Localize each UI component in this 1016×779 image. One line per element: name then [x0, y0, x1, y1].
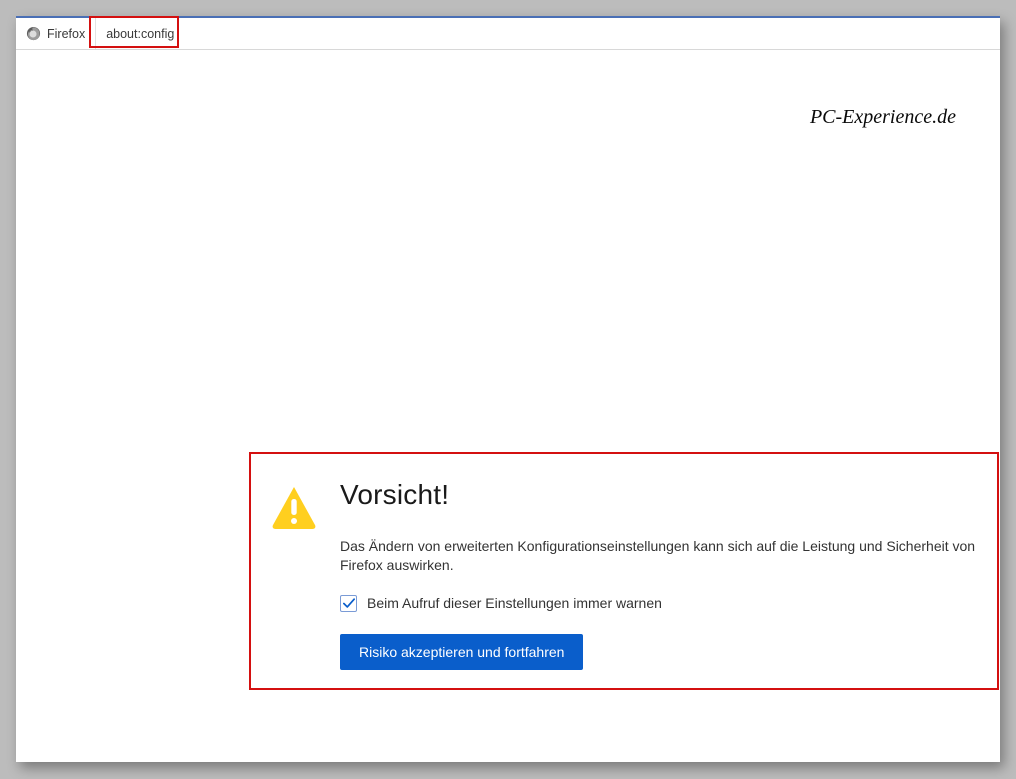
warning-body: Vorsicht! Das Ändern von erweiterten Kon… [340, 479, 1010, 670]
firefox-icon [26, 26, 41, 41]
warning-panel: Vorsicht! Das Ändern von erweiterten Kon… [270, 479, 1010, 670]
watermark-text: PC-Experience.de [810, 106, 956, 129]
url-text: about:config [106, 27, 174, 41]
address-bar[interactable]: about:config [96, 18, 184, 49]
app-tab-label: Firefox [47, 27, 85, 41]
browser-window: Firefox about:config PC-Experience.de Vo… [16, 16, 1000, 762]
warning-text: Das Ändern von erweiterten Konfiguration… [340, 537, 1010, 575]
app-tab[interactable]: Firefox [16, 18, 96, 49]
warn-checkbox[interactable] [340, 595, 357, 612]
warning-icon [270, 483, 318, 531]
accept-risk-button[interactable]: Risiko akzeptieren und fortfahren [340, 634, 583, 670]
warn-checkbox-label: Beim Aufruf dieser Einstellungen immer w… [367, 595, 662, 611]
tab-bar: Firefox about:config [16, 18, 1000, 50]
warn-checkbox-row: Beim Aufruf dieser Einstellungen immer w… [340, 595, 1010, 612]
warning-title: Vorsicht! [340, 479, 1010, 511]
